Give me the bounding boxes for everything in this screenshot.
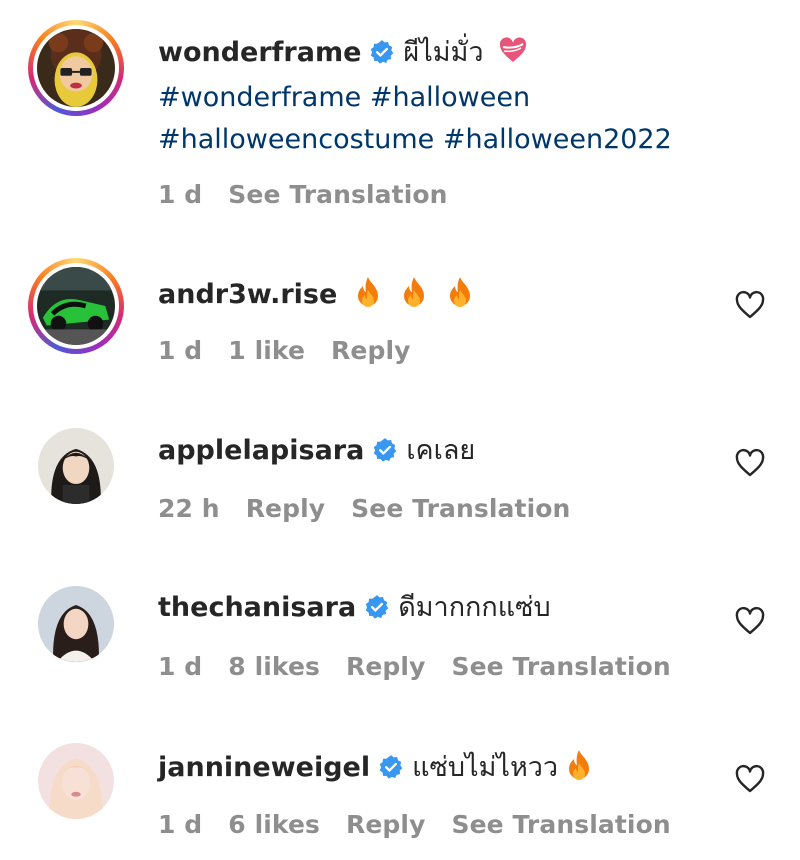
- likes-count[interactable]: 6 likes: [228, 810, 320, 839]
- see-translation-button[interactable]: See Translation: [452, 810, 671, 839]
- username[interactable]: wonderframe: [158, 37, 361, 68]
- comment-meta: 1 d 6 likes Reply See Translation: [158, 810, 697, 839]
- comment-line: jannineweigel แซ่บไม่ไหวว: [158, 749, 592, 786]
- reply-button[interactable]: Reply: [331, 336, 410, 365]
- comment-line: applelapisara เคเลย: [158, 433, 475, 469]
- verified-badge-icon: [364, 594, 390, 620]
- verified-badge-icon: [378, 754, 404, 780]
- like-heart-icon[interactable]: [734, 448, 766, 478]
- fire-emoji-icon: [566, 749, 592, 781]
- verified-badge-icon: [372, 437, 398, 463]
- comment-line: andr3w.rise: [158, 276, 473, 313]
- comment-meta: 1 d 8 likes Reply See Translation: [158, 652, 697, 681]
- verified-badge-icon: [369, 39, 395, 65]
- avatar[interactable]: [38, 428, 114, 504]
- like-heart-icon[interactable]: [734, 764, 766, 794]
- like-heart-icon[interactable]: [734, 606, 766, 636]
- see-translation-button[interactable]: See Translation: [351, 494, 570, 523]
- reply-button[interactable]: Reply: [346, 810, 425, 839]
- hashtags-line-1[interactable]: #wonderframe #halloween: [158, 80, 530, 116]
- fire-emoji-icon: [355, 276, 381, 308]
- comment-time[interactable]: 1 d: [158, 180, 202, 209]
- fire-emoji-icon: [447, 276, 473, 308]
- avatar[interactable]: [28, 20, 124, 116]
- heart-emoji-icon: [498, 34, 528, 66]
- avatar[interactable]: [38, 743, 114, 819]
- fire-emoji-icon: [401, 276, 427, 308]
- comment-meta: 1 d 1 like Reply: [158, 336, 437, 365]
- reply-button[interactable]: Reply: [246, 494, 325, 523]
- reply-button[interactable]: Reply: [346, 652, 425, 681]
- comment-time[interactable]: 22 h: [158, 494, 220, 523]
- avatar[interactable]: [38, 586, 114, 662]
- comment-text: แซ่บไม่ไหวว: [412, 752, 559, 783]
- username[interactable]: thechanisara: [158, 592, 356, 623]
- comment-time[interactable]: 1 d: [158, 652, 202, 681]
- comment-text: เคเลย: [406, 435, 476, 466]
- comment-time[interactable]: 1 d: [158, 810, 202, 839]
- comment-line: thechanisara ดีมากกกแซ่บ: [158, 590, 551, 626]
- see-translation-button[interactable]: See Translation: [228, 180, 447, 209]
- avatar[interactable]: [28, 258, 124, 354]
- comment-time[interactable]: 1 d: [158, 336, 202, 365]
- comment-line: wonderframe ผีไม่มั่ว: [158, 34, 528, 71]
- comment-text: ผีไม่มั่ว: [403, 37, 484, 68]
- comment-meta: 22 h Reply See Translation: [158, 494, 596, 523]
- comment-text: ดีมากกกแซ่บ: [398, 592, 551, 623]
- username[interactable]: jannineweigel: [158, 752, 370, 783]
- likes-count[interactable]: 8 likes: [228, 652, 320, 681]
- see-translation-button[interactable]: See Translation: [452, 652, 671, 681]
- like-heart-icon[interactable]: [734, 290, 766, 320]
- username[interactable]: applelapisara: [158, 435, 364, 466]
- comment-meta: 1 d See Translation: [158, 180, 474, 209]
- likes-count[interactable]: 1 like: [228, 336, 305, 365]
- username[interactable]: andr3w.rise: [158, 279, 337, 310]
- hashtags-line-2[interactable]: #halloweencostume #halloween2022: [158, 122, 672, 158]
